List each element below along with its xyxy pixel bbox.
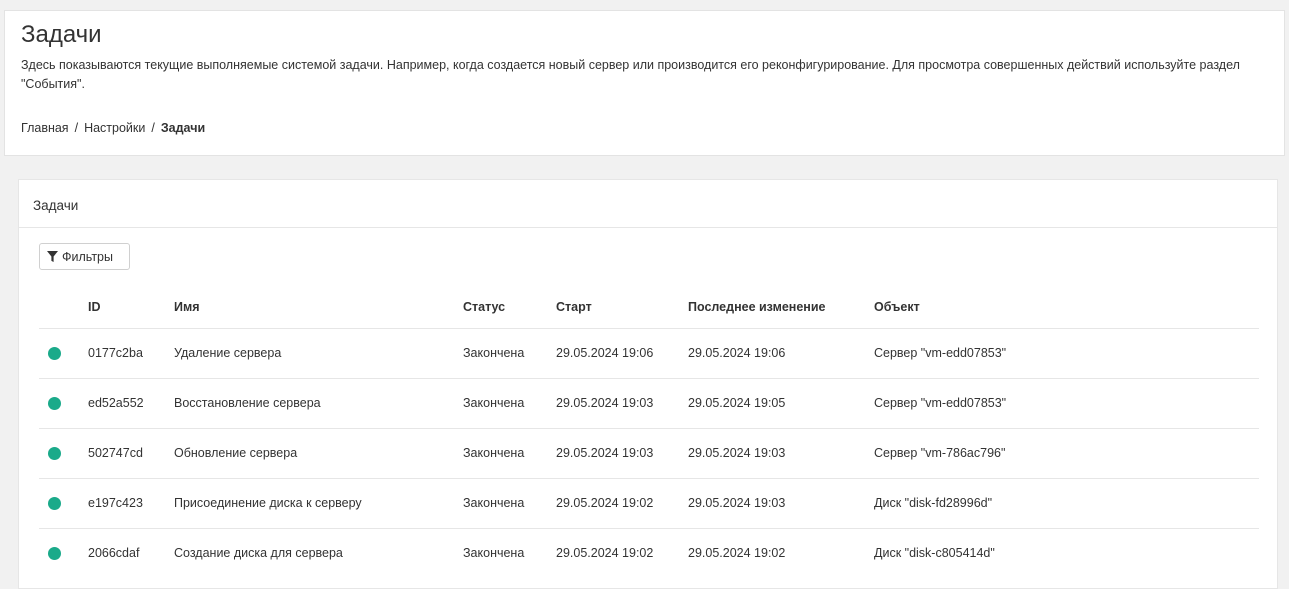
status-dot	[48, 397, 61, 410]
task-object: Сервер "vm-edd07853"	[874, 346, 1007, 360]
breadcrumb-home-link[interactable]: Главная	[21, 121, 69, 135]
status-dot	[48, 497, 61, 510]
task-last-change: 29.05.2024 19:06	[688, 346, 786, 360]
table-row[interactable]: 502747cd Обновление сервера Закончена 29…	[19, 429, 1277, 478]
task-id[interactable]: 0177c2ba	[88, 346, 143, 360]
task-id[interactable]: ed52a552	[88, 396, 144, 410]
status-dot	[48, 347, 61, 360]
page-description: Здесь показываются текущие выполняемые с…	[21, 58, 1240, 91]
task-start: 29.05.2024 19:03	[556, 446, 654, 460]
page-header: Задачи Здесь показываются текущие выполн…	[4, 10, 1285, 156]
column-header-object[interactable]: Объект	[874, 300, 920, 314]
table-row[interactable]: ed52a552 Восстановление сервера Закончен…	[19, 379, 1277, 428]
task-status: Закончена	[463, 346, 525, 360]
breadcrumb-separator: /	[151, 121, 155, 135]
task-object: Диск "disk-c805414d"	[874, 546, 995, 560]
filters-button[interactable]: Фильтры	[39, 243, 130, 270]
card-title: Задачи	[33, 198, 79, 213]
breadcrumb-separator: /	[74, 121, 79, 135]
breadcrumb-settings-link[interactable]: Настройки	[84, 121, 145, 135]
column-header-start[interactable]: Старт	[556, 300, 592, 314]
task-name: Создание диска для сервера	[174, 546, 343, 560]
task-status: Закончена	[463, 496, 525, 510]
task-last-change: 29.05.2024 19:02	[688, 546, 786, 560]
filter-funnel-icon	[47, 251, 58, 262]
column-header-status[interactable]: Статус	[463, 300, 505, 314]
card-divider	[19, 227, 1277, 228]
task-start: 29.05.2024 19:03	[556, 396, 654, 410]
task-last-change: 29.05.2024 19:05	[688, 396, 786, 410]
table-row[interactable]: 0177c2ba Удаление сервера Закончена 29.0…	[19, 329, 1277, 378]
task-start: 29.05.2024 19:06	[556, 346, 654, 360]
task-status: Закончена	[463, 546, 525, 560]
status-dot	[48, 547, 61, 560]
task-start: 29.05.2024 19:02	[556, 546, 654, 560]
page-title: Задачи	[21, 21, 102, 48]
table-row[interactable]: 2066cdaf Создание диска для сервера Зако…	[19, 529, 1277, 578]
task-last-change: 29.05.2024 19:03	[688, 446, 786, 460]
task-name: Присоединение диска к серверу	[174, 496, 362, 510]
task-id[interactable]: 502747cd	[88, 446, 143, 460]
tasks-card: Задачи Фильтры ID Имя Статус Старт После…	[18, 179, 1278, 589]
task-last-change: 29.05.2024 19:03	[688, 496, 786, 510]
breadcrumb-current: Задачи	[160, 121, 206, 135]
task-object: Сервер "vm-786ac796"	[874, 446, 1006, 460]
task-status: Закончена	[463, 446, 525, 460]
task-object: Сервер "vm-edd07853"	[874, 396, 1007, 410]
status-dot	[48, 447, 61, 460]
task-name: Удаление сервера	[174, 346, 282, 360]
column-header-last-change[interactable]: Последнее изменение	[688, 300, 825, 314]
column-header-id[interactable]: ID	[88, 300, 101, 314]
task-object: Диск "disk-fd28996d"	[874, 496, 993, 510]
task-name: Восстановление сервера	[174, 396, 321, 410]
task-id[interactable]: 2066cdaf	[88, 546, 139, 560]
breadcrumb: Главная / Настройки / Задачи	[21, 121, 205, 135]
task-start: 29.05.2024 19:02	[556, 496, 654, 510]
column-header-name[interactable]: Имя	[174, 300, 200, 314]
filters-button-label: Фильтры	[62, 249, 113, 264]
task-name: Обновление сервера	[174, 446, 298, 460]
table-row[interactable]: e197c423 Присоединение диска к серверу З…	[19, 479, 1277, 528]
task-status: Закончена	[463, 396, 525, 410]
task-id[interactable]: e197c423	[88, 496, 143, 510]
